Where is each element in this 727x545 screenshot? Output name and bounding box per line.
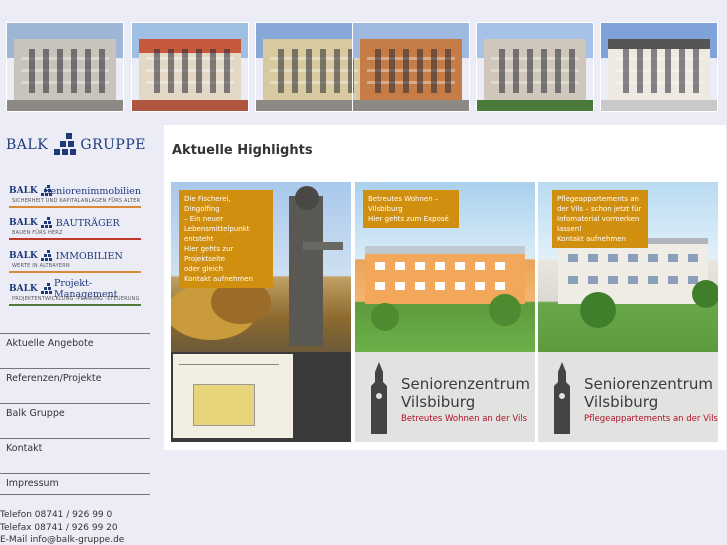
brand-tagline: PROJEKTENTWICKLUNG -PLANUNG -STEUERUNG bbox=[12, 296, 140, 302]
overlay-line: entsteht bbox=[184, 235, 214, 243]
brand-projekt-management[interactable]: BALK Projekt-Management PROJEKTENTWICKLU… bbox=[9, 278, 141, 308]
overlay-line: Pflegeappartements an bbox=[557, 195, 639, 203]
pflegeappartements-overlay: Pflegeappartements an der Vils – schon j… bbox=[552, 190, 648, 248]
highlight-card-fischerei[interactable]: Die Fischerei, Dingolfing – Ein neuer Le… bbox=[171, 182, 351, 442]
brand-suffix: BAUTRÄGER bbox=[55, 217, 120, 229]
betreutes-wohnen-sign: Seniorenzentrum Vilsbiburg Betreutes Woh… bbox=[355, 352, 535, 442]
brand-suffix: IMMOBILIEN bbox=[55, 250, 123, 262]
sign-title: Seniorenzentrum Vilsbiburg bbox=[401, 375, 530, 411]
contact-fax: Telefax 08741 / 926 99 20 bbox=[0, 523, 118, 533]
fischerei-overlay: Die Fischerei, Dingolfing – Ein neuer Le… bbox=[179, 190, 273, 288]
brand-underline bbox=[9, 238, 141, 240]
brand-name: BALK bbox=[9, 251, 38, 261]
overlay-line: Die Fischerei, Dingolfing bbox=[184, 195, 231, 213]
sign-title-line: Seniorenzentrum bbox=[401, 375, 530, 393]
photo-apartment-2 bbox=[131, 22, 249, 112]
sign-title-line: Vilsbiburg bbox=[584, 393, 659, 411]
balk-gruppe-logo[interactable]: BALK GRUPPE bbox=[6, 132, 146, 158]
photo-apartment-1 bbox=[6, 22, 124, 112]
brand-tagline: BAUEN FÜRS HERZ bbox=[12, 230, 63, 236]
sign-subtitle: Betreutes Wohnen an der Vils bbox=[401, 414, 528, 424]
logo-right-text: GRUPPE bbox=[80, 137, 146, 153]
sign-title: Seniorenzentrum Vilsbiburg bbox=[584, 375, 713, 411]
brand-tagline: WERTE IN ALTBAYERN bbox=[12, 263, 70, 269]
sign-title-line: Vilsbiburg bbox=[401, 393, 476, 411]
overlay-line: lassen! bbox=[557, 225, 583, 233]
overlay-line: Vilsbiburg bbox=[368, 205, 403, 213]
contact-email[interactable]: E-Mail info@balk-gruppe.de bbox=[0, 535, 124, 545]
nav-item-referenzen-projekte[interactable]: Referenzen/Projekte bbox=[0, 368, 150, 402]
highlights-panel: Aktuelle Highlights Die Fischerei, Dingo… bbox=[164, 125, 726, 450]
kontakt-link[interactable]: Kontakt aufnehmen bbox=[557, 234, 643, 244]
logo-left-text: BALK bbox=[6, 137, 49, 153]
overlay-line: Betreutes Wohnen – bbox=[368, 195, 439, 203]
photo-apartment-6 bbox=[600, 22, 718, 112]
nav-item-kontakt[interactable]: Kontakt bbox=[0, 438, 150, 472]
photo-apartment-4 bbox=[352, 22, 470, 112]
church-tower-icon bbox=[554, 362, 570, 434]
page-title: Aktuelle Highlights bbox=[172, 143, 313, 158]
overlay-line: – Ein neuer bbox=[184, 215, 224, 223]
site-plan-drawing bbox=[173, 354, 293, 438]
nav-item-impressum[interactable]: Impressum bbox=[0, 473, 150, 495]
brand-bautraeger[interactable]: BALK BAUTRÄGER BAUEN FÜRS HERZ bbox=[9, 216, 141, 242]
overlay-line: der Vils – schon jetzt für bbox=[557, 205, 642, 213]
fischerei-plan-image bbox=[171, 352, 351, 442]
brand-underline bbox=[9, 271, 141, 273]
kontakt-link[interactable]: Kontakt aufnehmen bbox=[184, 274, 268, 284]
sign-title-line: Seniorenzentrum bbox=[584, 375, 713, 393]
photo-apartment-5 bbox=[476, 22, 594, 112]
highlight-card-pflegeappartements[interactable]: Seniorenzentrum Vilsbiburg Pflegeapparte… bbox=[538, 182, 718, 442]
nav-item-balk-gruppe[interactable]: Balk Gruppe bbox=[0, 403, 150, 437]
contact-phone: Telefon 08741 / 926 99 0 bbox=[0, 510, 113, 520]
overlay-line: Lebensmittelpunkt bbox=[184, 225, 250, 233]
brand-name: BALK bbox=[9, 218, 38, 228]
projektseite-link-cont[interactable]: Projektseite bbox=[184, 254, 268, 264]
expose-link[interactable]: Hier gehts zum Exposé bbox=[368, 214, 454, 224]
brand-tagline: SICHERHEIT UND KAPITALANLAGEN FÜRS ALTER bbox=[12, 198, 141, 204]
nav-item-aktuelle-angebote[interactable]: Aktuelle Angebote bbox=[0, 333, 150, 367]
brand-immobilien[interactable]: BALK IMMOBILIEN WERTE IN ALTBAYERN bbox=[9, 249, 141, 275]
brand-squares-icon bbox=[40, 283, 52, 295]
church-tower-icon bbox=[371, 362, 387, 434]
logo-squares-icon bbox=[54, 133, 77, 157]
brand-underline bbox=[9, 304, 141, 306]
brand-underline bbox=[9, 206, 141, 208]
projektseite-link[interactable]: Hier gehts zur bbox=[184, 244, 268, 254]
brand-suffix: Seniorenimmobilien bbox=[44, 185, 141, 197]
brand-seniorenimmobilien[interactable]: BALK Seniorenimmobilien SICHERHEIT UND K… bbox=[9, 184, 141, 210]
overlay-line: oder gleich bbox=[184, 265, 224, 273]
highlight-card-betreutes-wohnen[interactable]: Seniorenzentrum Vilsbiburg Betreutes Woh… bbox=[355, 182, 535, 442]
brand-squares-icon bbox=[40, 250, 53, 262]
betreutes-wohnen-overlay: Betreutes Wohnen – Vilsbiburg Hier gehts… bbox=[363, 190, 459, 228]
sign-subtitle: Pflegeappartements an der Vils bbox=[584, 414, 718, 424]
brand-squares-icon bbox=[40, 217, 53, 229]
overlay-line: Infomaterial vormerken bbox=[557, 215, 640, 223]
pflegeappartements-sign: Seniorenzentrum Vilsbiburg Pflegeapparte… bbox=[538, 352, 718, 442]
brand-name: BALK bbox=[9, 186, 38, 196]
brand-name: BALK bbox=[9, 284, 38, 294]
